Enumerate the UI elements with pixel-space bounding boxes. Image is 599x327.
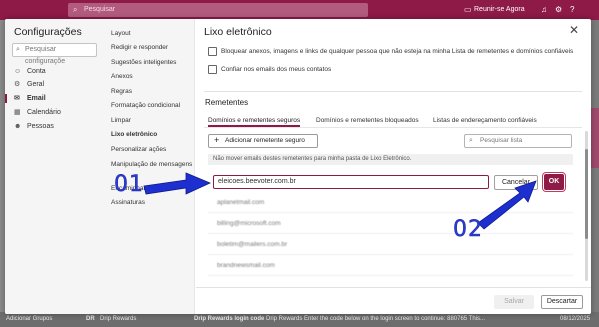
gear-icon: ⚙ [14,81,21,88]
section-title: Remetentes [205,98,249,107]
nav-item-email[interactable]: ✉ Email [5,92,103,105]
sender-badge: DR [86,316,95,322]
settings-gear-icon[interactable]: ⚙ [555,3,562,17]
email-subnav: Layout Redigir e responder Sugestões int… [103,19,195,314]
block-content-checkbox[interactable]: Bloquear anexos, imagens e links de qual… [208,47,578,56]
nav-item-label: Calendário [27,109,61,116]
subnav-item-smart-suggestions[interactable]: Sugestões inteligentes [111,59,193,67]
mail-icon: ✉ [14,95,20,102]
app-search-placeholder: Pesquisar [84,6,116,13]
settings-title: Configurações [14,26,82,38]
checkbox-box[interactable] [208,47,217,56]
calendar-icon: ▦ [14,109,21,116]
search-icon: ⌕ [469,137,473,144]
nav-item-label: Email [27,95,46,102]
sender-list-item[interactable]: brandnewsmail.com [208,256,573,276]
sender-list-item[interactable]: boletim@mailers.com.br [208,235,573,255]
add-safe-sender-button[interactable]: + Adicionar remetente seguro [208,134,318,148]
people-icon: ☻ [14,123,22,130]
save-button[interactable]: Salvar [494,295,534,309]
mail-date: 08/12/2025 [560,316,591,322]
meet-now-button[interactable]: Reunir-se Agora [474,3,525,17]
search-icon: ⌕ [73,5,78,14]
subnav-item-signatures[interactable]: Assinaturas [111,199,193,207]
nav-item-conta[interactable]: ☺ Conta [5,65,103,78]
step2-label: 02 [453,217,483,243]
list-scrollbar[interactable] [585,131,588,281]
plus-icon: + [214,135,220,145]
cancel-button[interactable]: Cancelar [494,175,538,190]
nav-item-label: Pessoas [27,123,54,130]
person-icon: ☺ [14,68,22,75]
sender-email-input[interactable]: eleicoes.beevoter.com.br [213,175,489,189]
app-footer-row: Adicionar Grupos DR Drip Rewards Drip Re… [0,312,599,327]
sender-list-item[interactable]: billing@microsoft.com [208,214,573,234]
subnav-item-attachments[interactable]: Anexos [111,73,193,81]
checkbox-label: Confiar nos emails dos meus contatos [221,66,332,73]
tab-underline [204,127,582,128]
panel-footer: Salvar Descartar [196,287,591,314]
subnav-item-customize-actions[interactable]: Personalizar ações [111,146,193,154]
junk-settings-panel: Lixo eletrônico ✕ Bloquear anexos, image… [196,19,591,314]
nav-item-calendario[interactable]: ▦ Calendário [5,106,103,119]
step1-label: 01 [114,172,144,198]
discard-button[interactable]: Descartar [541,295,583,309]
subnav-item-message-handling[interactable]: Manipulação de mensagens [111,161,193,169]
tab-safe-mailing-lists[interactable]: Listas de endereçamento confiáveis [433,117,537,124]
mail-preview[interactable]: Drip Rewards Enter the code below on the… [266,312,485,327]
search-list-input[interactable]: ⌕ Pesquisar lista [464,134,572,148]
app-top-bar: ⌕ Pesquisar Reunir-se Agora ▭ ♫ ⚙ ? [0,0,599,20]
tab-safe-senders[interactable]: Domínios e remetentes seguros [208,117,301,127]
search-icon: ⌕ [16,46,20,53]
info-banner: Não mover emails destes remetentes para … [208,154,573,165]
settings-dialog: Configurações ⌕ Pesquisar configuraçõe ☺… [5,19,591,314]
subnav-item-conditional-formatting[interactable]: Formatação condicional [111,102,193,110]
trust-contacts-checkbox[interactable]: Confiar nos emails dos meus contatos [208,65,578,74]
settings-search-placeholder: Pesquisar configuraçõe [25,46,66,65]
subnav-item-sweep[interactable]: Limpar [111,117,193,125]
nav-item-geral[interactable]: ⚙ Geral [5,78,103,91]
sender-list-item[interactable]: aplanetmail.com [208,193,573,213]
checkbox-box[interactable] [208,65,217,74]
checkbox-label: Bloquear anexos, imagens e links de qual… [221,48,574,55]
mail-subject[interactable]: Drip Rewards login code [194,312,264,327]
nav-item-label: Conta [27,68,46,75]
bell-icon[interactable]: ♫ [541,3,547,17]
nav-item-label: Geral [27,81,45,88]
subnav-item-layout[interactable]: Layout [111,30,193,38]
scrollbar-thumb[interactable] [585,149,588,239]
divider [204,91,582,92]
video-icon[interactable]: ▭ [464,3,472,17]
panel-title: Lixo eletrônico [204,26,272,38]
search-list-placeholder: Pesquisar lista [480,137,523,144]
settings-search-input[interactable]: ⌕ Pesquisar configuraçõe [12,43,97,65]
add-groups-link[interactable]: Adicionar Grupos [6,312,52,327]
close-icon[interactable]: ✕ [569,23,579,37]
settings-nav: Configurações ⌕ Pesquisar configuraçõe ☺… [5,19,103,314]
nav-item-pessoas[interactable]: ☻ Pessoas [5,120,103,133]
subnav-item-rules[interactable]: Regras [111,88,193,96]
ok-button[interactable]: OK [542,172,566,192]
add-button-label: Adicionar remetente seguro [225,137,305,144]
mail-sender[interactable]: Drip Rewards [100,312,136,327]
app-search-box[interactable]: ⌕ Pesquisar [68,3,368,17]
tab-blocked-senders[interactable]: Domínios e remetentes bloqueados [316,117,419,124]
subnav-item-compose[interactable]: Redigir e responder [111,44,193,52]
help-icon[interactable]: ? [570,3,574,17]
subnav-item-junk[interactable]: Lixo eletrônico [111,131,193,139]
